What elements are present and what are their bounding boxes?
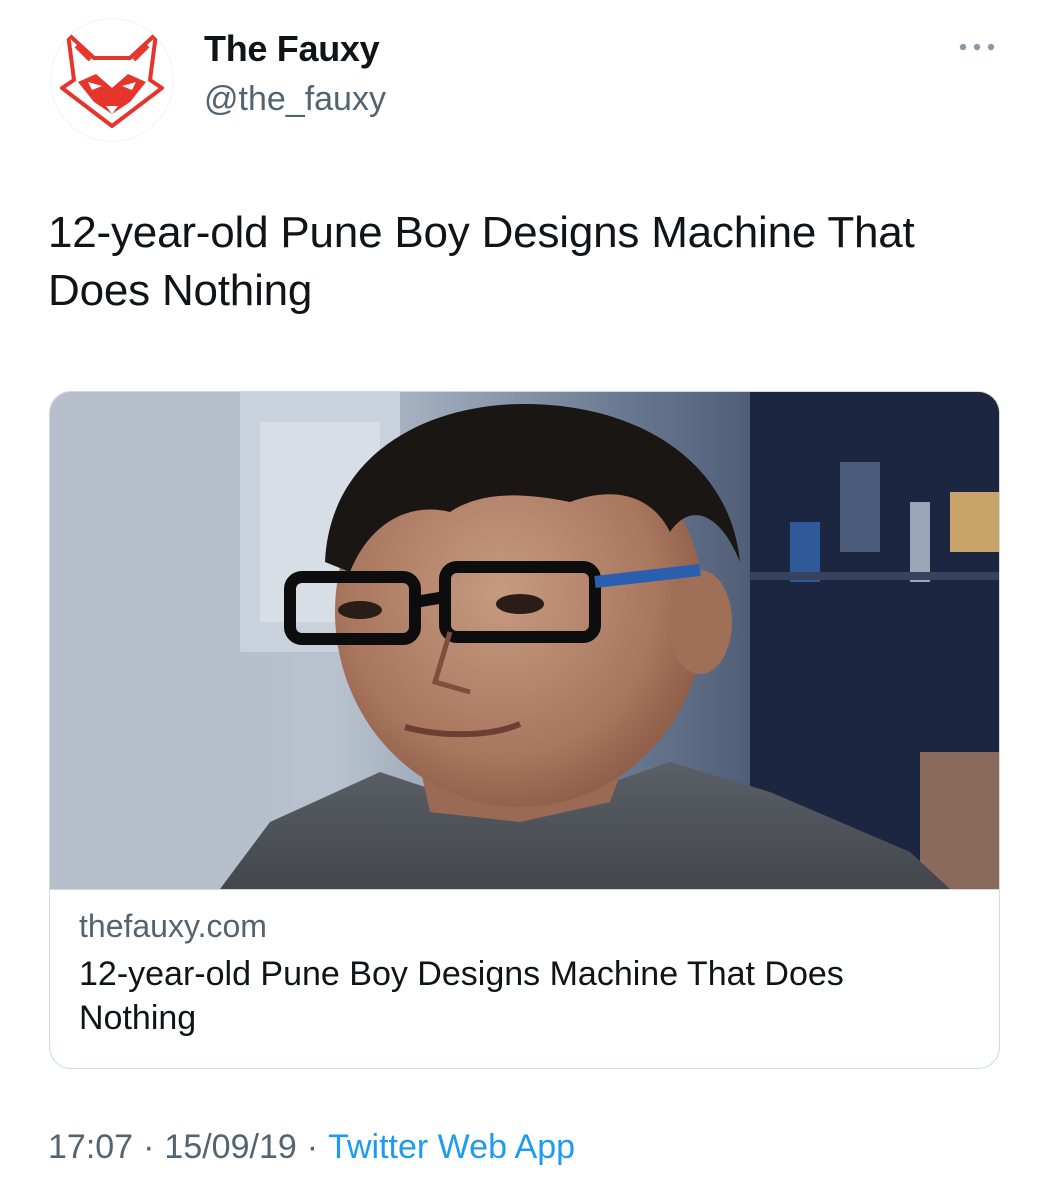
- card-divider: [50, 889, 999, 890]
- author-display-name[interactable]: The Fauxy: [204, 28, 380, 70]
- meta-separator: ·: [143, 1128, 155, 1166]
- card-title[interactable]: 12-year-old Pune Boy Designs Machine Tha…: [79, 952, 969, 1040]
- tweet-source-link[interactable]: Twitter Web App: [328, 1128, 575, 1166]
- tweet-meta: 17:07 · 15/09/19 · Twitter Web App: [48, 1128, 575, 1167]
- card-domain: thefauxy.com: [79, 908, 267, 944]
- author-handle[interactable]: @the_fauxy: [204, 80, 386, 119]
- tweet-text: 12-year-old Pune Boy Designs Machine Tha…: [48, 208, 915, 315]
- fox-logo-icon: [60, 32, 164, 128]
- card-image: [50, 392, 999, 889]
- tweet-date[interactable]: 15/09/19: [164, 1128, 296, 1166]
- link-card[interactable]: thefauxy.com 12-year-old Pune Boy Design…: [49, 391, 1000, 1069]
- ellipsis-icon: [959, 43, 995, 51]
- meta-separator: ·: [306, 1128, 319, 1166]
- tweet: The Fauxy @the_fauxy 12-year-old Pune Bo…: [0, 0, 1049, 1200]
- avatar[interactable]: [50, 18, 174, 142]
- more-options-button[interactable]: [952, 32, 1002, 62]
- tweet-time[interactable]: 17:07: [48, 1128, 133, 1166]
